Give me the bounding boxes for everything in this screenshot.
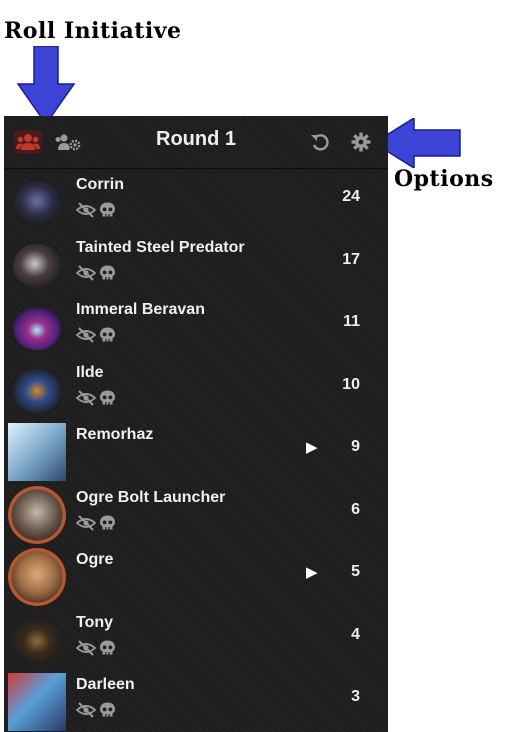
combatant-status-controls (76, 327, 116, 343)
combatant-name: Tony (76, 613, 114, 631)
token-image (13, 618, 61, 663)
skull-icon[interactable] (99, 327, 116, 343)
eye-slash-icon[interactable] (76, 327, 96, 343)
gear-icon (351, 132, 371, 152)
users-icon (16, 134, 40, 150)
tracker-header: Round 1 (4, 116, 388, 169)
combatant-name: Corrin (76, 176, 124, 193)
combatant-row[interactable]: Remorhaz ▶ 9 (4, 420, 388, 482)
combatant-row[interactable]: Ogre ▶ 5 (4, 545, 388, 607)
combatant-row[interactable]: Corrin 24 (4, 170, 388, 232)
roll-all-button[interactable] (14, 130, 42, 154)
roll-initiative-arrow (16, 46, 76, 126)
roll-npcs-button[interactable] (54, 130, 82, 154)
token-avatar[interactable] (8, 486, 66, 544)
initiative-value[interactable]: 10 (330, 376, 360, 394)
options-callout: Options (394, 166, 494, 192)
combatant-status-controls (76, 389, 116, 406)
token-image (8, 486, 66, 543)
token-image (13, 368, 61, 413)
eye-slash-icon[interactable] (76, 389, 96, 406)
skull-icon[interactable] (99, 640, 116, 656)
token-image (13, 243, 61, 288)
token-avatar[interactable] (8, 611, 66, 669)
skull-icon[interactable] (99, 702, 116, 718)
combatant-row[interactable]: Ilde 10 (4, 358, 388, 420)
skull-icon[interactable] (99, 265, 116, 281)
token-avatar[interactable] (8, 236, 66, 294)
eye-slash-icon[interactable] (76, 639, 96, 656)
combatant-row[interactable]: Tony 4 (4, 608, 388, 670)
initiative-value[interactable]: 9 (330, 438, 360, 456)
eye-slash-icon[interactable] (76, 514, 96, 531)
skull-icon[interactable] (99, 515, 116, 531)
token-image (8, 673, 66, 731)
options-button[interactable] (347, 130, 375, 154)
users-gear-icon (55, 134, 81, 151)
skull-icon[interactable] (99, 202, 116, 218)
combatant-name: Tainted Steel Predator (76, 238, 245, 256)
combatant-name: Ogre (76, 551, 114, 568)
combatant-row[interactable]: Immeral Beravan 11 (4, 295, 388, 357)
combatant-status-controls (76, 514, 116, 531)
combatant-status-controls (76, 639, 116, 656)
token-image (13, 181, 61, 225)
initiative-value[interactable]: 3 (330, 688, 360, 706)
token-avatar[interactable] (8, 423, 66, 481)
eye-slash-icon[interactable] (76, 202, 96, 218)
token-image (8, 548, 66, 606)
token-avatar[interactable] (8, 548, 66, 606)
initiative-value[interactable]: 5 (330, 563, 360, 581)
round-title: Round 1 (156, 128, 236, 150)
eye-slash-icon[interactable] (76, 702, 96, 718)
combatant-name: Ilde (76, 363, 104, 381)
combatant-name: Remorhaz (76, 426, 154, 443)
token-image (8, 423, 66, 481)
turn-marker-icon[interactable]: ▶ (306, 563, 318, 581)
combatant-status-controls (76, 702, 116, 718)
token-avatar[interactable] (8, 173, 66, 231)
combatant-status-controls (76, 202, 116, 218)
undo-icon (311, 134, 329, 151)
roll-initiative-callout: Roll Initiative (4, 18, 182, 44)
combatant-name: Immeral Beravan (76, 301, 205, 318)
token-avatar[interactable] (8, 361, 66, 419)
turn-marker-icon[interactable]: ▶ (306, 438, 318, 456)
skull-icon[interactable] (99, 390, 116, 406)
initiative-value[interactable]: 4 (330, 626, 360, 644)
token-avatar[interactable] (8, 298, 66, 356)
token-avatar[interactable] (8, 673, 66, 731)
combat-tracker-panel: Round 1 Corrin 24 Tainted Steel Predator… (4, 116, 388, 732)
combatant-row[interactable]: Ogre Bolt Launcher 6 (4, 483, 388, 545)
combatant-row[interactable]: Darleen 3 (4, 670, 388, 732)
combatant-status-controls (76, 264, 116, 281)
combatant-row[interactable]: Tainted Steel Predator 17 (4, 233, 388, 295)
combatant-name: Darleen (76, 676, 135, 693)
reset-round-button[interactable] (306, 130, 334, 154)
eye-slash-icon[interactable] (76, 264, 96, 281)
initiative-value[interactable]: 11 (330, 313, 360, 331)
initiative-value[interactable]: 24 (330, 188, 360, 206)
token-image (13, 306, 61, 350)
initiative-value[interactable]: 6 (330, 501, 360, 519)
initiative-value[interactable]: 17 (330, 251, 360, 269)
combatant-name: Ogre Bolt Launcher (76, 488, 226, 506)
